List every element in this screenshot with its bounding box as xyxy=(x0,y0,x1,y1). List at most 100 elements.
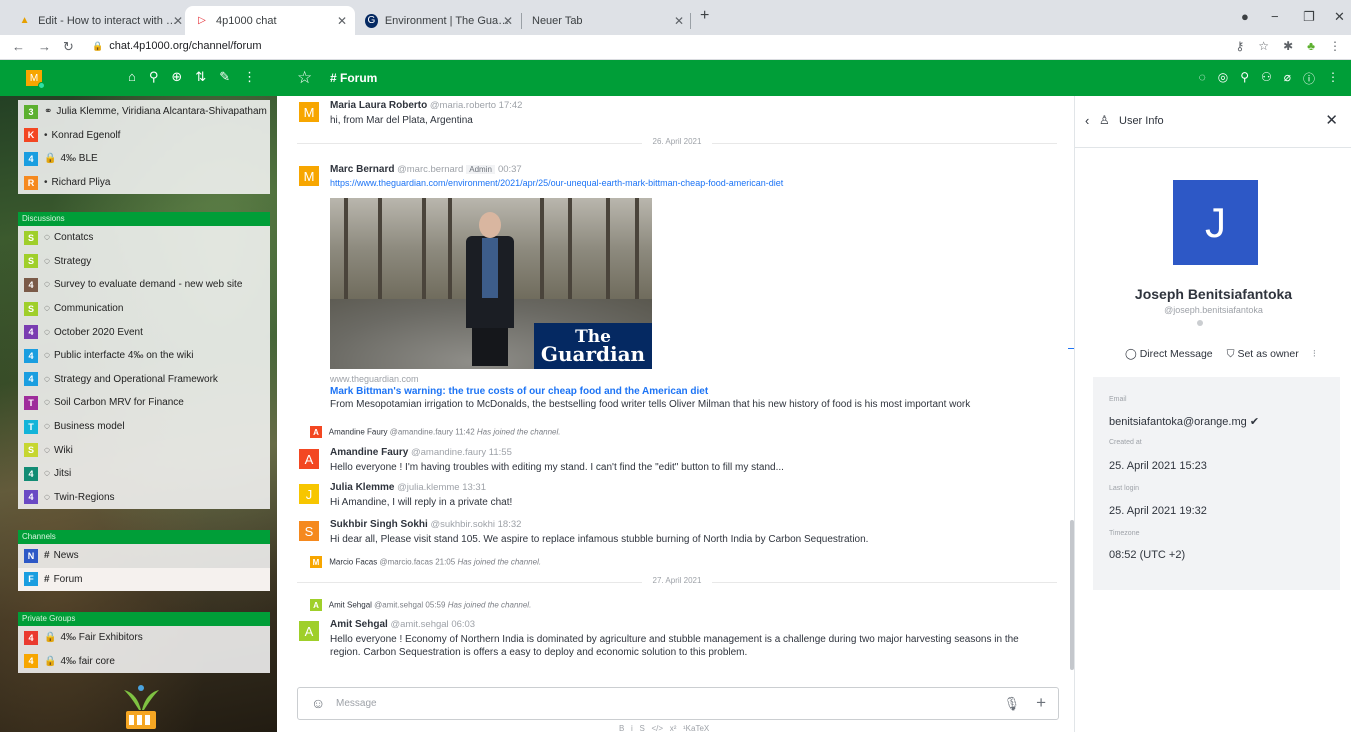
sidebar-item-label: Jitsi xyxy=(53,468,72,480)
sidebar-item-discussion[interactable]: 4 ◌ Twin-Regions xyxy=(18,486,270,510)
sidebar-item-discussion[interactable]: S ◌ Contatcs xyxy=(18,226,270,250)
back-icon[interactable]: ← xyxy=(12,39,25,54)
message-username: @julia.klemme xyxy=(397,482,460,493)
room-avatar: 4 xyxy=(24,325,38,340)
message-username: @amit.sehgal xyxy=(390,619,449,630)
sort-icon[interactable]: ⇅ xyxy=(195,69,206,85)
sidebar-item-discussion[interactable]: S ◌ Strategy xyxy=(18,250,270,274)
microphone-icon[interactable]: 🎙 xyxy=(1003,696,1020,712)
user-avatar[interactable]: A xyxy=(310,426,322,438)
message-author[interactable]: Julia Klemme xyxy=(330,482,394,493)
sidebar-item-group-dm[interactable]: 3 ⚭ Julia Klemme, Viridiana Alcantara-Sh… xyxy=(18,100,270,124)
close-tab-icon[interactable]: ✕ xyxy=(674,14,684,28)
preview-image[interactable]: The Guardian xyxy=(330,198,652,369)
add-attachment-icon[interactable]: + xyxy=(1036,693,1046,713)
new-tab-icon[interactable]: + xyxy=(700,7,709,25)
profile-icon[interactable]: ● xyxy=(1241,9,1249,24)
close-tab-icon[interactable]: ✕ xyxy=(503,14,513,28)
home-icon[interactable]: ⌂ xyxy=(128,69,136,85)
sidebar-item-discussion[interactable]: T ◌ Business model xyxy=(18,415,270,439)
extension-app-icon[interactable]: ♣ xyxy=(1307,39,1315,53)
search-icon[interactable]: ⚲ xyxy=(149,69,159,85)
sidebar-menu-icon[interactable]: ⋮ xyxy=(243,69,256,85)
sidebar-item-dm[interactable]: K • Konrad Egenolf xyxy=(18,124,270,148)
bookmark-star-icon[interactable]: ☆ xyxy=(1258,39,1269,53)
browser-tab[interactable]: Neuer Tab ✕ xyxy=(522,6,692,35)
maximize-icon[interactable]: ❐ xyxy=(1303,9,1315,25)
sidebar-item-discussion[interactable]: S ◌ Wiki xyxy=(18,438,270,462)
system-message-author[interactable]: Amandine Faury xyxy=(329,428,388,437)
message-author[interactable]: Amit Sehgal xyxy=(330,619,388,630)
browser-tab-active[interactable]: ▷ 4p1000 chat ✕ xyxy=(185,6,355,35)
favorite-star-icon[interactable]: ☆ xyxy=(297,68,312,88)
key-icon[interactable]: ⚷ xyxy=(1236,39,1245,53)
create-new-icon[interactable]: ✎ xyxy=(219,69,230,85)
close-tab-icon[interactable]: ✕ xyxy=(173,14,183,28)
message-author[interactable]: Maria Laura Roberto xyxy=(330,100,427,111)
user-avatar[interactable]: M xyxy=(310,556,322,568)
user-avatar[interactable]: M xyxy=(299,166,319,186)
room-info-icon[interactable]: ⓘ xyxy=(1303,70,1315,87)
user-avatar[interactable]: A xyxy=(299,449,319,469)
browser-tab[interactable]: ▲ Edit - How to interact with other ✕ xyxy=(8,6,191,35)
message-input[interactable]: Message xyxy=(336,698,377,709)
current-user-avatar[interactable]: M xyxy=(26,70,45,89)
system-message-author[interactable]: Amit Sehgal xyxy=(329,601,372,610)
reload-icon[interactable]: ↻ xyxy=(63,39,74,55)
set-owner-button[interactable]: ⛉ Set as owner xyxy=(1227,348,1299,361)
sidebar-item-discussion[interactable]: T ◌ Soil Carbon MRV for Finance xyxy=(18,391,270,415)
minimize-icon[interactable]: − xyxy=(1271,9,1279,24)
close-window-icon[interactable]: ✕ xyxy=(1334,9,1345,25)
user-avatar[interactable]: J xyxy=(299,484,319,504)
system-message-time: 11:42 xyxy=(455,427,475,437)
system-message-time: 21:05 xyxy=(435,557,456,567)
discussion-icon[interactable]: ◌ xyxy=(1199,70,1206,87)
sidebar-item-discussion[interactable]: 4 ◌ Jitsi xyxy=(18,462,270,486)
message-author[interactable]: Sukhbir Singh Sokhi xyxy=(330,519,428,530)
sidebar-item-dm[interactable]: R • Richard Pliya xyxy=(18,171,270,195)
preview-title[interactable]: Mark Bittman's warning: the true costs o… xyxy=(330,386,970,397)
person-shirt xyxy=(482,238,498,298)
email-label: Email xyxy=(1109,396,1127,403)
message-link[interactable]: https://www.theguardian.com/environment/… xyxy=(330,178,1050,188)
user-avatar[interactable]: M xyxy=(299,102,319,122)
extensions-icon[interactable]: ✱ xyxy=(1283,39,1293,53)
message-author[interactable]: Marc Bernard xyxy=(330,164,394,175)
kebab-menu-icon[interactable]: ⋮ xyxy=(1327,70,1339,87)
message-composer[interactable]: ☺ Message 🎙 + xyxy=(297,687,1059,720)
close-panel-icon[interactable]: ✕ xyxy=(1325,111,1338,129)
sidebar-item-news[interactable]: N # News xyxy=(18,544,270,568)
sidebar-item-private-group[interactable]: 4 🔒 4‰ Fair Exhibitors xyxy=(18,626,270,650)
sidebar-item-discussion[interactable]: 4 ◌ October 2020 Event xyxy=(18,320,270,344)
browser-tab[interactable]: G Environment | The Guardian ✕ xyxy=(355,6,521,35)
created-at-label: Created at xyxy=(1109,439,1142,446)
url-field[interactable]: 🔒 chat.4p1000.org/channel/forum xyxy=(92,40,262,52)
sidebar-item-discussion[interactable]: S ◌ Communication xyxy=(18,297,270,321)
directory-icon[interactable]: ⊕ xyxy=(171,69,182,85)
more-actions-icon[interactable]: ⁝ xyxy=(1313,348,1316,361)
sidebar-item-private[interactable]: 4 🔒 4‰ BLE xyxy=(18,147,270,171)
user-avatar[interactable]: S xyxy=(299,521,319,541)
attachment-icon[interactable]: ⌀ xyxy=(1284,70,1291,87)
sidebar-item-discussion[interactable]: 4 ◌ Survey to evaluate demand - new web si… xyxy=(18,273,270,297)
sidebar-item-private-group[interactable]: 4 🔒 4‰ fair core xyxy=(18,650,270,674)
threads-icon[interactable]: ◎ xyxy=(1218,70,1228,87)
email-value[interactable]: benitsiafantoka@orange.mg ✔ xyxy=(1109,415,1259,428)
sidebar-item-label: Wiki xyxy=(53,444,73,456)
user-avatar[interactable]: A xyxy=(310,599,322,611)
browser-menu-icon[interactable]: ⋮ xyxy=(1329,39,1341,53)
sidebar-item-forum[interactable]: F # Forum xyxy=(18,567,270,592)
sidebar-item-discussion[interactable]: 4 ◌ Public interfacte 4‰ on the wiki xyxy=(18,344,270,368)
emoji-icon[interactable]: ☺ xyxy=(311,695,325,711)
message-author[interactable]: Amandine Faury xyxy=(330,447,408,458)
direct-message-button[interactable]: ◯ Direct Message xyxy=(1125,348,1213,361)
back-chevron-icon[interactable]: ‹ xyxy=(1085,113,1089,128)
close-tab-icon[interactable]: ✕ xyxy=(337,14,347,28)
user-avatar[interactable]: A xyxy=(299,621,319,641)
sidebar-item-discussion[interactable]: 4 ◌ Strategy and Operational Framework xyxy=(18,368,270,392)
search-messages-icon[interactable]: ⚲ xyxy=(1240,70,1249,87)
forward-icon[interactable]: → xyxy=(38,39,51,54)
members-icon[interactable]: ⚇ xyxy=(1261,70,1272,87)
system-message-author[interactable]: Marcio Facas xyxy=(329,558,377,567)
user-icon: ♙ xyxy=(1099,113,1110,127)
